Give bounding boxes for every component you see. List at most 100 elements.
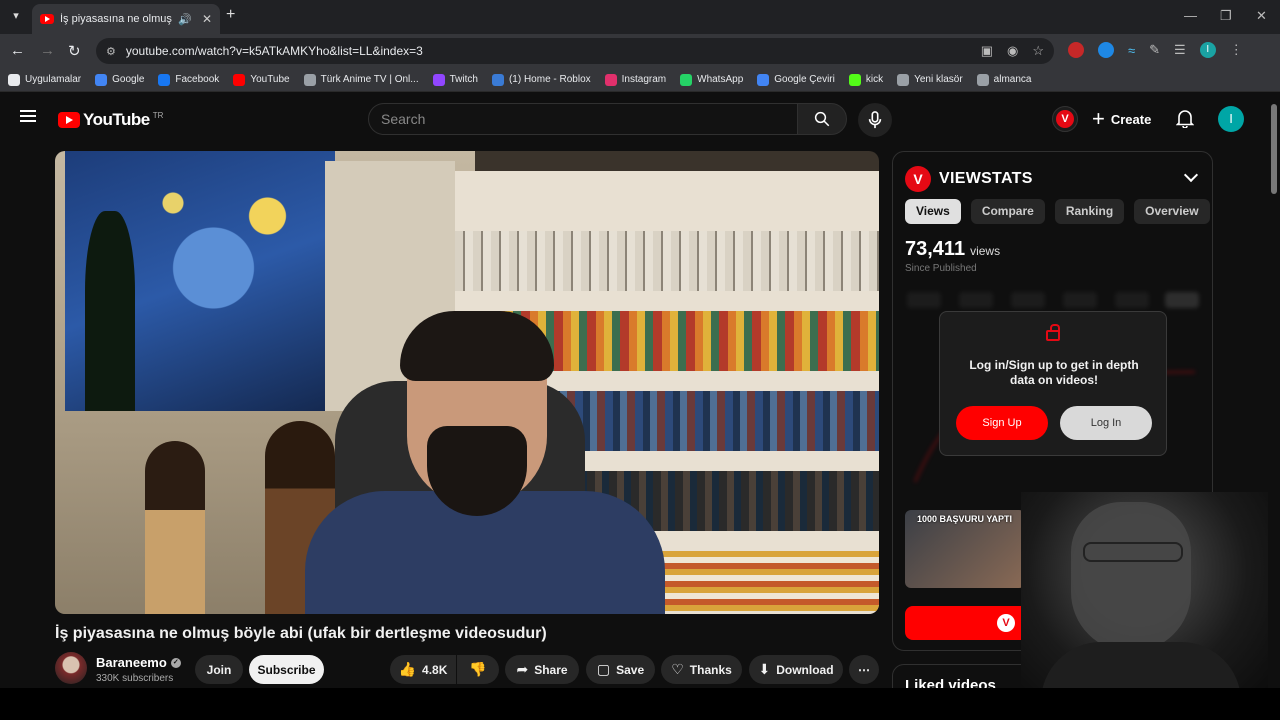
view-count-unit: views [970, 244, 1001, 258]
speaker-icon[interactable]: 🔊 [178, 13, 192, 26]
url-text: youtube.com/watch?v=k5ATkAMKYho&list=LL&… [125, 44, 423, 58]
bookmark-item[interactable]: kick [848, 73, 883, 86]
bookmark-label: Google [112, 74, 145, 85]
bookmark-item[interactable]: Twitch [432, 73, 478, 86]
bookmark-favicon-icon [8, 73, 20, 86]
account-avatar[interactable]: I [1218, 106, 1244, 132]
viewstats-logo-icon: V [1056, 110, 1074, 128]
login-prompt-text: Log in/Sign up to get in depth data on v… [969, 358, 1139, 387]
viewstats-tab-overview[interactable]: Overview [1134, 199, 1210, 224]
cast-icon[interactable]: ▣ [981, 43, 993, 59]
search-button[interactable] [797, 103, 847, 135]
tab-title: İş piyasasına ne olmuş böyle [60, 13, 172, 25]
join-button[interactable]: Join [195, 655, 243, 684]
webcam-person-head [1071, 502, 1191, 652]
minimize-icon[interactable]: — [1184, 8, 1197, 23]
site-settings-icon[interactable]: ⚙ [106, 45, 116, 58]
viewstats-tab-ranking[interactable]: Ranking [1054, 199, 1125, 224]
bookmark-label: Instagram [621, 74, 667, 85]
new-tab-plus-icon[interactable]: + [226, 6, 235, 24]
plus-icon: + [1092, 106, 1105, 131]
browser-profile-avatar[interactable]: I [1199, 42, 1216, 58]
bookmark-item[interactable]: Yeni klasör [897, 73, 963, 86]
bookmark-item[interactable]: (1) Home - Roblox [491, 73, 591, 86]
bookmark-favicon-icon [976, 73, 989, 86]
more-dots-icon: ⋯ [858, 662, 870, 677]
subscribe-button[interactable]: Subscribe [249, 655, 324, 684]
voice-search-button[interactable] [858, 103, 892, 137]
youtube-logo[interactable]: YouTube TR [58, 110, 163, 130]
tab-search-chevron-icon[interactable]: ▾ [6, 6, 26, 26]
browser-menu-icon[interactable]: ⋮ [1230, 42, 1243, 58]
dislike-button[interactable]: 👎 [457, 655, 499, 684]
bookmark-label: Twitch [449, 74, 478, 85]
extensions-puzzle-icon[interactable]: ✎ [1149, 42, 1160, 58]
more-actions-button[interactable]: ⋯ [849, 655, 879, 684]
scrollbar-thumb[interactable] [1271, 104, 1277, 194]
log-in-button[interactable]: Log In [1060, 406, 1152, 440]
viewstats-tab-compare[interactable]: Compare [970, 199, 1045, 224]
thumbnail-caption: 1000 BAŞVURU YAPTI [917, 514, 1013, 524]
bookmark-item[interactable]: Facebook [158, 73, 219, 86]
download-label: Download [776, 662, 834, 677]
save-button[interactable]: ▢ Save [586, 655, 655, 684]
bookmark-item[interactable]: WhatsApp [680, 73, 744, 86]
extension-blue-icon[interactable] [1098, 42, 1114, 58]
bookmark-item[interactable]: Türk Anime TV | Onl... [303, 73, 419, 86]
browser-tab-active[interactable]: İş piyasasına ne olmuş böyle 🔊 ✕ [32, 4, 220, 34]
notifications-bell-icon[interactable] [1175, 108, 1195, 133]
extension-wave-icon[interactable]: ≈ [1128, 43, 1135, 58]
back-arrow-icon[interactable]: ← [10, 42, 25, 59]
extension-red-icon[interactable] [1068, 42, 1084, 58]
forward-arrow-icon[interactable]: → [40, 42, 55, 59]
bookmark-label: almanca [993, 74, 1032, 85]
related-video-thumbnail[interactable]: 1000 BAŞVURU YAPTI [905, 510, 1025, 588]
bookmark-favicon-icon [303, 73, 316, 86]
bookmark-item[interactable]: Uygulamalar [8, 73, 81, 86]
like-button[interactable]: 👍 4.8K [390, 655, 456, 684]
eye-off-icon[interactable]: ◉ [1007, 43, 1018, 59]
viewstats-header: V VIEWSTATS [905, 166, 1033, 192]
menu-hamburger-icon[interactable] [20, 110, 36, 122]
channel-name-link[interactable]: Baraneemo ✓ [96, 655, 181, 670]
video-player[interactable] [55, 151, 879, 614]
lock-icon [1046, 324, 1060, 341]
download-button[interactable]: ⬇ Download [749, 655, 843, 684]
join-label: Join [206, 662, 232, 677]
bookmark-item[interactable]: Instagram [604, 73, 667, 86]
youtube-logo-text: YouTube [83, 110, 150, 129]
microphone-icon [868, 111, 882, 129]
address-bar[interactable]: ⚙ youtube.com/watch?v=k5ATkAMKYho&list=L… [96, 38, 1054, 64]
viewstats-extension-button[interactable]: V [1052, 106, 1078, 132]
subscribe-label: Subscribe [257, 662, 316, 677]
browser-tab-strip: ▾ İş piyasasına ne olmuş böyle 🔊 ✕ + — ❐… [0, 0, 1280, 34]
bookmark-favicon-icon [432, 73, 445, 86]
media-controls-icon[interactable]: ☰ [1174, 42, 1186, 58]
search-input[interactable] [381, 111, 797, 127]
page-scrollbar[interactable] [1268, 96, 1280, 688]
bookmark-item[interactable]: Google [95, 73, 145, 86]
create-button[interactable]: + Create [1092, 106, 1151, 132]
close-tab-icon[interactable]: ✕ [202, 12, 212, 26]
restore-icon[interactable]: ❐ [1220, 8, 1232, 24]
channel-avatar[interactable] [55, 652, 87, 684]
bookmark-label: WhatsApp [697, 74, 744, 85]
sign-up-button[interactable]: Sign Up [956, 406, 1048, 440]
chevron-down-icon[interactable] [1183, 167, 1199, 183]
share-button[interactable]: ➦ Share [505, 655, 579, 684]
viewstats-tab-views[interactable]: Views [905, 199, 961, 224]
bookmark-item[interactable]: almanca [976, 73, 1032, 86]
bookmark-item[interactable]: Google Çeviri [757, 73, 835, 86]
bookmark-item[interactable]: YouTube [233, 73, 290, 86]
region-code: TR [152, 110, 164, 120]
reload-icon[interactable]: ↻ [68, 42, 81, 60]
thanks-label: Thanks [689, 662, 732, 677]
window-close-icon[interactable]: ✕ [1256, 8, 1267, 24]
view-count: 73,411 views [905, 238, 1000, 261]
thanks-button[interactable]: ♡ Thanks [661, 655, 742, 684]
video-frame-guitar [145, 441, 205, 614]
bookmark-favicon-icon [757, 73, 770, 86]
save-label: Save [616, 662, 645, 677]
bookmark-star-icon[interactable]: ☆ [1032, 43, 1044, 59]
bookmark-favicon-icon [897, 73, 910, 86]
